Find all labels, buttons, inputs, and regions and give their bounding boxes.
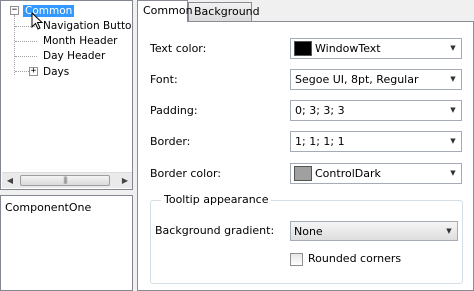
color-swatch <box>294 166 312 181</box>
tree-item-label: Navigation Buttons <box>43 20 132 32</box>
tree-item-month-header[interactable]: Month Header <box>43 34 117 48</box>
scrollbar-thumb[interactable]: ||| <box>20 175 110 186</box>
horizontal-scrollbar[interactable]: ◀ ||| ▶ <box>2 172 132 188</box>
chevron-down-icon[interactable]: ▼ <box>445 132 461 151</box>
chevron-down-icon[interactable]: ▼ <box>445 101 461 120</box>
border-field[interactable]: 1; 1; 1; 1 ▼ <box>290 131 462 152</box>
border-label: Border: <box>150 135 191 148</box>
tooltip-appearance-group: Tooltip appearance Background gradient: … <box>150 193 463 284</box>
chevron-down-icon[interactable]: ▼ <box>445 164 461 183</box>
text-color-label: Text color: <box>150 42 207 55</box>
description-text: ComponentOne <box>5 201 92 214</box>
text-color-value: WindowText <box>315 42 381 55</box>
tree-item-navigation-buttons[interactable]: Navigation Buttons <box>43 19 132 33</box>
group-title: Tooltip appearance <box>161 193 272 206</box>
tree-connector <box>14 15 15 75</box>
tree-item-label: Month Header <box>43 35 118 47</box>
tree-item-days[interactable]: Days <box>43 65 69 79</box>
rounded-corners-checkbox[interactable] <box>290 253 303 266</box>
border-value: 1; 1; 1; 1 <box>295 135 345 148</box>
font-value: Segoe UI, 8pt, Regular <box>295 73 419 86</box>
tree-item-label: Day Header <box>43 50 106 62</box>
tree-item-day-header[interactable]: Day Header <box>43 49 105 63</box>
color-swatch <box>294 41 312 56</box>
background-gradient-label: Background gradient: <box>155 224 275 237</box>
chevron-down-icon[interactable]: ▼ <box>445 70 461 89</box>
tab-common[interactable]: Common <box>137 0 193 22</box>
tree-connector <box>15 41 37 42</box>
collapse-icon[interactable]: − <box>10 6 19 15</box>
chevron-down-icon[interactable]: ▼ <box>441 222 457 240</box>
tab-page-common: Text color: WindowText ▼ Font: Segoe UI,… <box>137 21 474 291</box>
font-field[interactable]: Segoe UI, 8pt, Regular ▼ <box>290 69 462 90</box>
tab-label: Background <box>194 5 260 18</box>
scroll-right-icon[interactable]: ▶ <box>117 173 132 188</box>
tree-view[interactable]: − Common Navigation Buttons Month Header… <box>0 0 133 190</box>
tab-background[interactable]: Background <box>188 2 260 21</box>
mouse-pointer-icon <box>31 12 43 30</box>
border-color-value: ControlDark <box>315 167 381 180</box>
expand-icon[interactable]: + <box>29 67 38 76</box>
background-gradient-value: None <box>294 225 323 238</box>
font-label: Font: <box>150 73 178 86</box>
scroll-left-icon[interactable]: ◀ <box>2 173 18 188</box>
text-color-picker[interactable]: WindowText ▼ <box>290 38 462 59</box>
border-color-label: Border color: <box>150 167 221 180</box>
padding-field[interactable]: 0; 3; 3; 3 ▼ <box>290 100 462 121</box>
tree-item-label: Days <box>43 66 70 78</box>
tab-label: Common <box>143 4 193 17</box>
rounded-corners-label[interactable]: Rounded corners <box>308 252 401 265</box>
background-gradient-select[interactable]: None ▼ <box>290 221 458 241</box>
description-panel: ComponentOne <box>0 195 133 291</box>
padding-label: Padding: <box>150 104 198 117</box>
padding-value: 0; 3; 3; 3 <box>295 104 345 117</box>
border-color-picker[interactable]: ControlDark ▼ <box>290 163 462 184</box>
chevron-down-icon[interactable]: ▼ <box>445 39 461 58</box>
tree-connector <box>15 56 37 57</box>
